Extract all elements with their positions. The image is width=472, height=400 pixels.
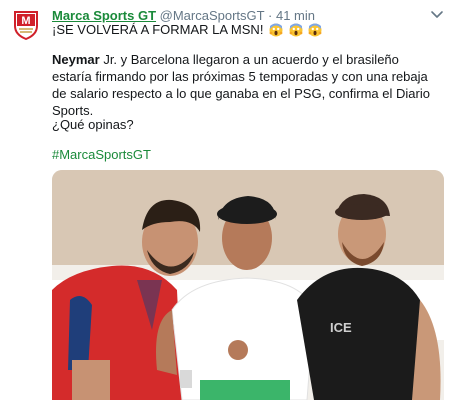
face-screaming-in-fear-icon	[308, 23, 322, 37]
tweet-paragraph-1: Neymar Jr. y Barcelona llegaron a un acu…	[52, 51, 432, 119]
emoji-group	[267, 22, 322, 37]
tweet-headline: ¡SE VOLVERÁ A FORMAR LA MSN!	[52, 22, 264, 37]
face-screaming-in-fear-icon	[269, 23, 283, 37]
chevron-down-icon[interactable]	[430, 8, 444, 22]
avatar-letter: M	[21, 15, 30, 27]
mention-bold: Neymar	[52, 52, 100, 67]
tweet-photo[interactable]: ICE	[52, 170, 444, 400]
paragraph-1-text: Jr. y Barcelona llegaron a un acuerdo y …	[52, 52, 430, 118]
tweet-header: Marca Sports GT @MarcaSportsGT · 41 min	[52, 8, 442, 23]
user-handle[interactable]: @MarcaSportsGT	[160, 8, 265, 23]
avatar[interactable]: M	[13, 10, 39, 41]
shirt-print: ICE	[330, 320, 352, 335]
tweet-headline-row: ¡SE VOLVERÁ A FORMAR LA MSN!	[52, 22, 322, 38]
timestamp[interactable]: 41 min	[276, 8, 315, 23]
marca-shield-logo-icon: M	[14, 11, 38, 41]
hashtag-link[interactable]: #MarcaSportsGT	[52, 146, 151, 163]
separator: ·	[268, 8, 273, 23]
display-name[interactable]: Marca Sports GT	[52, 8, 156, 23]
photo-illustration: ICE	[52, 170, 444, 400]
tweet[interactable]: M Marca Sports GT @MarcaSportsGT · 41 mi…	[0, 0, 472, 400]
tweet-paragraph-2: ¿Qué opinas?	[52, 117, 134, 132]
face-screaming-in-fear-icon	[289, 23, 303, 37]
